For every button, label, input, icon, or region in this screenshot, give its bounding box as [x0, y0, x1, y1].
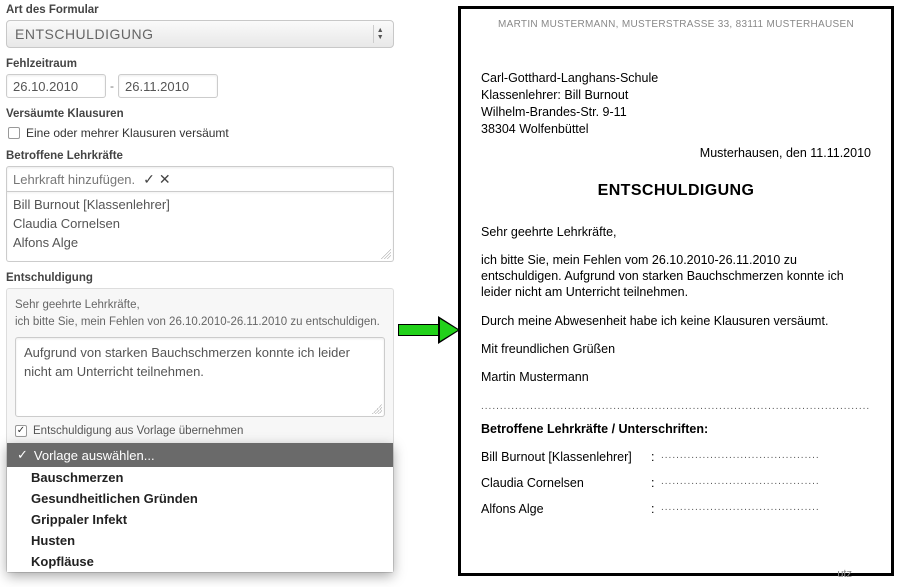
- doc-greeting: Sehr geehrte Lehrkräfte,: [481, 224, 871, 240]
- date-to-input[interactable]: [118, 74, 218, 98]
- missed-exams-text: Eine oder mehrer Klausuren versäumt: [26, 126, 229, 140]
- excuse-greeting: Sehr geehrte Lehrkräfte,: [15, 297, 385, 314]
- doc-paragraph: Durch meine Abwesenheit habe ich keine K…: [481, 313, 871, 329]
- form-type-select[interactable]: ENTSCHULDIGUNG ▲▼: [6, 20, 394, 48]
- form-panel: Art des Formular ENTSCHULDIGUNG ▲▼ Fehlz…: [0, 0, 400, 587]
- doc-body: Sehr geehrte Lehrkräfte, ich bitte Sie, …: [481, 224, 871, 386]
- list-item[interactable]: Bill Burnout [Klassenlehrer]: [13, 196, 387, 215]
- updown-icon: ▲▼: [373, 25, 387, 43]
- use-template-label: Entschuldigung aus Vorlage übernehmen: [33, 425, 243, 437]
- template-option[interactable]: Grippaler Infekt: [7, 509, 393, 530]
- signature-row: Alfons Alge : ..........................…: [481, 502, 871, 516]
- address-line: Wilhelm-Brandes-Str. 9-11: [481, 104, 871, 121]
- footer-fragment: utz: [837, 568, 852, 580]
- template-option[interactable]: Husten: [7, 530, 393, 551]
- signature-line: ........................................…: [661, 476, 871, 490]
- missed-exams-checkbox[interactable]: Eine oder mehrer Klausuren versäumt: [6, 124, 394, 140]
- address-line: 38304 Wolfenbüttel: [481, 121, 871, 138]
- excuse-box: Sehr geehrte Lehrkräfte, ich bitte Sie, …: [6, 288, 394, 574]
- date-separator: -: [110, 79, 114, 93]
- template-dropdown[interactable]: ✓ Vorlage auswählen... Bauschmerzen Gesu…: [7, 443, 393, 572]
- absence-range-group: Fehlzeitraum -: [6, 58, 394, 98]
- checkbox-icon: [15, 425, 27, 437]
- colon: :: [651, 476, 661, 490]
- missed-exams-label: Versäumte Klausuren: [6, 108, 394, 120]
- date-range-row: -: [6, 74, 394, 98]
- doc-paragraph: ich bitte Sie, mein Fehlen vom 26.10.201…: [481, 252, 871, 301]
- form-type-value: ENTSCHULDIGUNG: [15, 26, 153, 42]
- doc-closing: Mit freundlichen Grüßen: [481, 341, 871, 357]
- date-from-input[interactable]: [6, 74, 106, 98]
- template-option[interactable]: Gesundheitlichen Gründen: [7, 488, 393, 509]
- signatures-heading: Betroffene Lehrkräfte / Unterschriften:: [481, 422, 871, 436]
- cancel-icon[interactable]: ✕: [159, 171, 171, 188]
- signature-row: Claudia Cornelsen : ....................…: [481, 476, 871, 490]
- signature-name: Bill Burnout [Klassenlehrer]: [481, 450, 651, 464]
- excuse-textarea[interactable]: Aufgrund von starken Bauchschmerzen konn…: [15, 337, 385, 417]
- missed-exams-group: Versäumte Klausuren Eine oder mehrer Kla…: [6, 108, 394, 140]
- excuse-intro: ich bitte Sie, mein Fehlen von 26.10.201…: [15, 314, 385, 331]
- form-type-group: Art des Formular ENTSCHULDIGUNG ▲▼: [6, 4, 394, 48]
- signature-line: ........................................…: [661, 450, 871, 464]
- resize-handle-icon[interactable]: [381, 249, 391, 259]
- confirm-icon[interactable]: ✓: [143, 171, 155, 188]
- doc-sender-line: MARTIN MUSTERMANN, MUSTERSTRASSE 33, 831…: [481, 19, 871, 30]
- doc-recipient-address: Carl-Gotthard-Langhans-Schule Klassenleh…: [481, 70, 871, 138]
- use-template-checkbox[interactable]: Entschuldigung aus Vorlage übernehmen: [15, 417, 385, 443]
- excuse-label: Entschuldigung: [6, 272, 394, 284]
- colon: :: [651, 450, 661, 464]
- address-line: Carl-Gotthard-Langhans-Schule: [481, 70, 871, 87]
- excuse-group: Entschuldigung Sehr geehrte Lehrkräfte, …: [6, 272, 394, 574]
- signature-row: Bill Burnout [Klassenlehrer] : .........…: [481, 450, 871, 464]
- resize-handle-icon[interactable]: [372, 404, 382, 414]
- template-option[interactable]: Kopfläuse: [7, 551, 393, 572]
- signature-line: ........................................…: [661, 502, 871, 516]
- doc-title: ENTSCHULDIGUNG: [481, 182, 871, 200]
- teachers-label: Betroffene Lehrkräfte: [6, 150, 394, 162]
- signature-name: Claudia Cornelsen: [481, 476, 651, 490]
- form-type-label: Art des Formular: [6, 4, 394, 16]
- address-line: Klassenlehrer: Bill Burnout: [481, 87, 871, 104]
- document-preview: MARTIN MUSTERMANN, MUSTERSTRASSE 33, 831…: [458, 6, 894, 576]
- arrow-icon: [398, 316, 462, 344]
- excuse-text: Aufgrund von starken Bauchschmerzen konn…: [24, 345, 350, 379]
- colon: :: [651, 502, 661, 516]
- teacher-list[interactable]: Bill Burnout [Klassenlehrer] Claudia Cor…: [6, 192, 394, 262]
- add-teacher-placeholder: Lehrkraft hinzufügen.: [13, 172, 135, 187]
- checkbox-icon: [8, 127, 20, 139]
- add-teacher-input[interactable]: Lehrkraft hinzufügen. ✓ ✕: [6, 166, 394, 192]
- template-selected-label: Vorlage auswählen...: [34, 448, 155, 463]
- doc-date-line: Musterhausen, den 11.11.2010: [481, 146, 871, 160]
- list-item[interactable]: Claudia Cornelsen: [13, 215, 387, 234]
- doc-sender-name: Martin Mustermann: [481, 369, 871, 385]
- separator-dotted: ........................................…: [481, 401, 871, 412]
- checkmark-icon: ✓: [17, 447, 28, 463]
- list-item[interactable]: Alfons Alge: [13, 234, 387, 253]
- excuse-prefilled-header: Sehr geehrte Lehrkräfte, ich bitte Sie, …: [15, 297, 385, 332]
- template-selected-option[interactable]: ✓ Vorlage auswählen...: [7, 443, 393, 467]
- teachers-group: Betroffene Lehrkräfte Lehrkraft hinzufüg…: [6, 150, 394, 262]
- signature-name: Alfons Alge: [481, 502, 651, 516]
- template-option[interactable]: Bauschmerzen: [7, 467, 393, 488]
- absence-range-label: Fehlzeitraum: [6, 58, 394, 70]
